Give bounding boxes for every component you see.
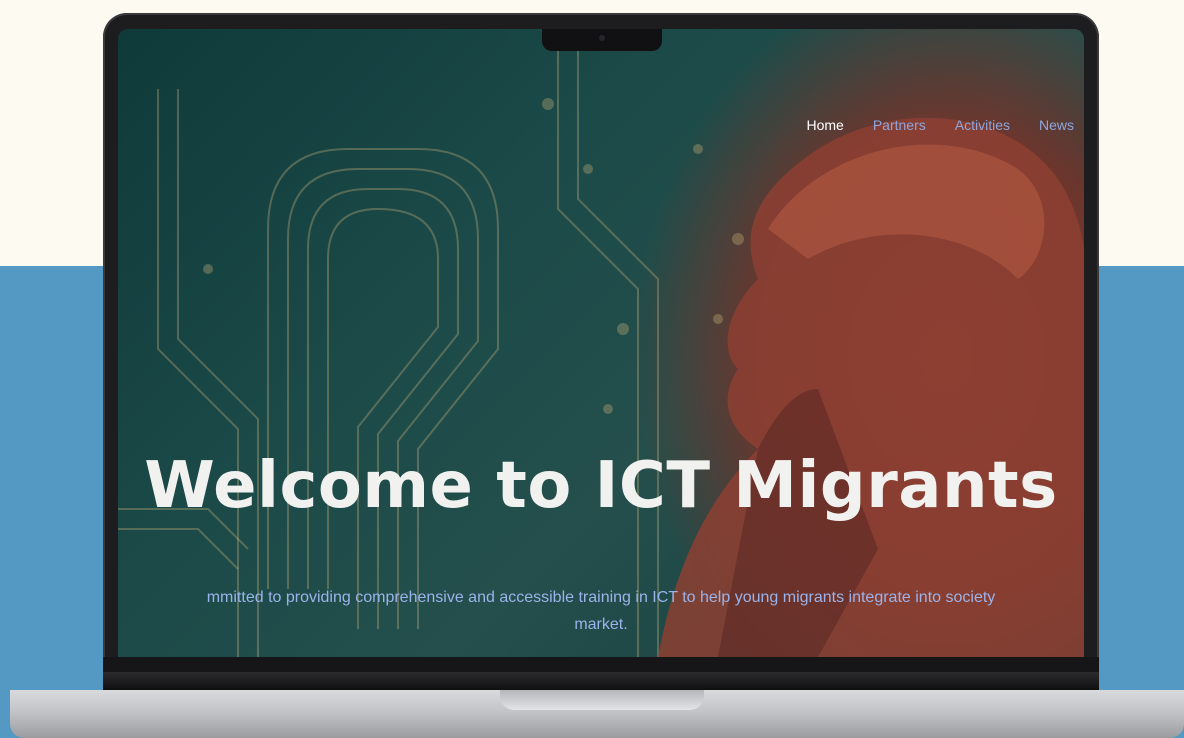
laptop-screen: Home Partners Activities News Welcome to… (118, 29, 1084, 657)
hero-title: Welcome to ICT Migrants (144, 449, 1058, 523)
woman-illustration (658, 117, 1084, 657)
nav-item-partners[interactable]: Partners (873, 117, 926, 133)
hero-subtitle-line-1: mmitted to providing comprehensive and a… (206, 589, 996, 606)
hero-subtitle: mmitted to providing comprehensive and a… (118, 584, 1084, 638)
main-nav: Home Partners Activities News (806, 117, 1074, 133)
camera-icon (599, 35, 605, 41)
nav-item-news[interactable]: News (1039, 117, 1074, 133)
laptop-base-notch (500, 690, 704, 710)
laptop-hinge (103, 672, 1099, 690)
nav-item-activities[interactable]: Activities (955, 117, 1010, 133)
hero-subtitle-line-2: market. (574, 616, 628, 633)
nav-item-home[interactable]: Home (806, 117, 843, 133)
